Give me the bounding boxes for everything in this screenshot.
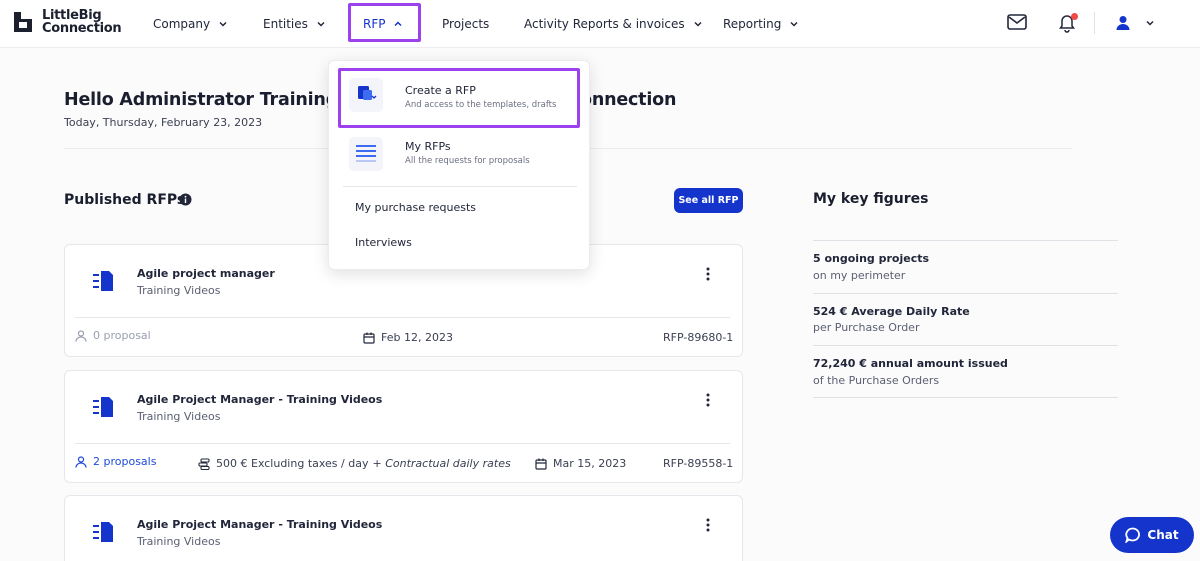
rfp-subtitle: Training Videos <box>137 284 221 297</box>
more-options-icon[interactable] <box>705 518 711 532</box>
logo-mark-icon <box>14 12 32 32</box>
chevron-down-icon[interactable] <box>1145 18 1155 28</box>
daily-rate-label: 500 € Excluding taxes / day <box>216 457 369 470</box>
key-figures-divider <box>813 240 1118 241</box>
key-figures-divider <box>813 293 1118 294</box>
document-list-icon <box>93 522 113 542</box>
nav-projects-label: Projects <box>442 17 490 31</box>
rfp-subtitle: Training Videos <box>137 535 221 548</box>
proposal-count-link[interactable]: 2 proposals <box>75 455 156 468</box>
nav-reporting-label: Reporting <box>723 17 782 31</box>
key-figure-value: 5 ongoing projects <box>813 252 930 265</box>
document-list-icon <box>93 397 113 417</box>
daily-rate-note: + Contractual daily rates <box>372 457 511 470</box>
notification-badge <box>1071 13 1078 20</box>
menu-item-description: All the requests for proposals <box>405 156 530 166</box>
rfp-date-label: Feb 12, 2023 <box>381 331 453 344</box>
daily-rate: 500 € Excluding taxes / day + Contractua… <box>198 457 511 470</box>
proposal-count-label: 0 proposal <box>93 329 151 342</box>
more-options-icon[interactable] <box>705 393 711 407</box>
key-figure-label: on my perimeter <box>813 269 906 282</box>
chevron-down-icon <box>790 21 798 27</box>
create-rfp-highlight-frame <box>338 68 580 128</box>
card-divider <box>75 317 730 318</box>
more-options-icon[interactable] <box>705 267 711 281</box>
see-all-rfp-button[interactable]: See all RFP <box>674 188 743 213</box>
nav-entities-label: Entities <box>263 17 308 31</box>
key-figures-divider <box>813 397 1118 398</box>
rfp-title[interactable]: Agile Project Manager - Training Videos <box>137 518 382 531</box>
user-avatar-icon[interactable] <box>1116 15 1130 31</box>
key-figure-value: 524 € Average Daily Rate <box>813 305 970 318</box>
proposal-count: 0 proposal <box>75 329 151 342</box>
key-figures-divider <box>813 345 1118 346</box>
nav-activity-label: Activity Reports & invoices <box>524 17 685 31</box>
rfp-date-label: Mar 15, 2023 <box>553 457 627 470</box>
rfp-card[interactable]: Agile Project Manager - Training Videos … <box>64 495 743 561</box>
key-figures-title: My key figures <box>813 191 929 207</box>
menu-item-my-rfps[interactable]: My RFPs All the requests for proposals <box>329 137 591 173</box>
proposal-count-label: 2 proposals <box>93 455 157 468</box>
nav-company[interactable]: Company <box>153 0 228 48</box>
greeting-title-end: onnection <box>580 90 677 110</box>
nav-company-label: Company <box>153 17 211 31</box>
logo-text: LittleBig Connection <box>42 9 122 36</box>
rfp-reference: RFP-89680-1 <box>663 331 734 344</box>
rfp-date: Mar 15, 2023 <box>535 457 626 470</box>
chat-bubble-icon <box>1125 527 1141 543</box>
my-rfps-icon <box>349 137 383 171</box>
key-figure-label: per Purchase Order <box>813 321 920 334</box>
list-icon <box>356 145 376 162</box>
person-icon <box>75 455 87 468</box>
rfp-title[interactable]: Agile project manager <box>137 267 275 280</box>
card-divider <box>75 443 730 444</box>
rfp-card[interactable]: Agile Project Manager - Training Videos … <box>64 370 743 483</box>
mail-icon[interactable] <box>1007 14 1027 30</box>
rfp-highlight-frame <box>348 3 421 42</box>
menu-item-interviews[interactable]: Interviews <box>355 236 412 249</box>
littlebig-logo[interactable]: LittleBig Connection <box>10 9 122 36</box>
chevron-down-icon <box>317 21 325 27</box>
calendar-icon <box>535 458 547 470</box>
nav-projects[interactable]: Projects <box>442 0 489 48</box>
menu-divider <box>343 186 577 187</box>
nav-reporting[interactable]: Reporting <box>723 0 799 48</box>
menu-item-label: My RFPs <box>405 140 451 153</box>
top-navigation-bar: LittleBig Connection Company Entities RF… <box>0 0 1200 48</box>
greeting-title: Hello Administrator Training V <box>64 90 358 110</box>
nav-entities[interactable]: Entities <box>263 0 326 48</box>
chat-label: Chat <box>1147 528 1179 542</box>
key-figure-value: 72,240 € annual amount issued <box>813 357 1008 370</box>
current-date: Today, Thursday, February 23, 2023 <box>64 116 263 129</box>
chevron-down-icon <box>219 21 227 27</box>
coins-icon <box>198 457 210 470</box>
chevron-down-icon <box>694 21 702 27</box>
published-rfps-title: Published RFPs <box>64 192 186 208</box>
document-list-icon <box>93 271 113 291</box>
rfp-reference: RFP-89558-1 <box>663 457 734 470</box>
key-figure-label: of the Purchase Orders <box>813 374 940 387</box>
rfp-subtitle: Training Videos <box>137 410 221 423</box>
person-icon <box>75 329 87 342</box>
menu-item-purchase-requests[interactable]: My purchase requests <box>355 201 476 214</box>
logo-line-2: Connection <box>42 21 122 36</box>
rfp-date: Feb 12, 2023 <box>363 331 453 344</box>
info-icon[interactable] <box>179 193 192 206</box>
rfp-title[interactable]: Agile Project Manager - Training Videos <box>137 393 382 406</box>
header-divider <box>1094 12 1095 34</box>
nav-activity-reports[interactable]: Activity Reports & invoices <box>524 0 703 48</box>
calendar-icon <box>363 332 375 344</box>
chat-button[interactable]: Chat <box>1110 517 1194 553</box>
